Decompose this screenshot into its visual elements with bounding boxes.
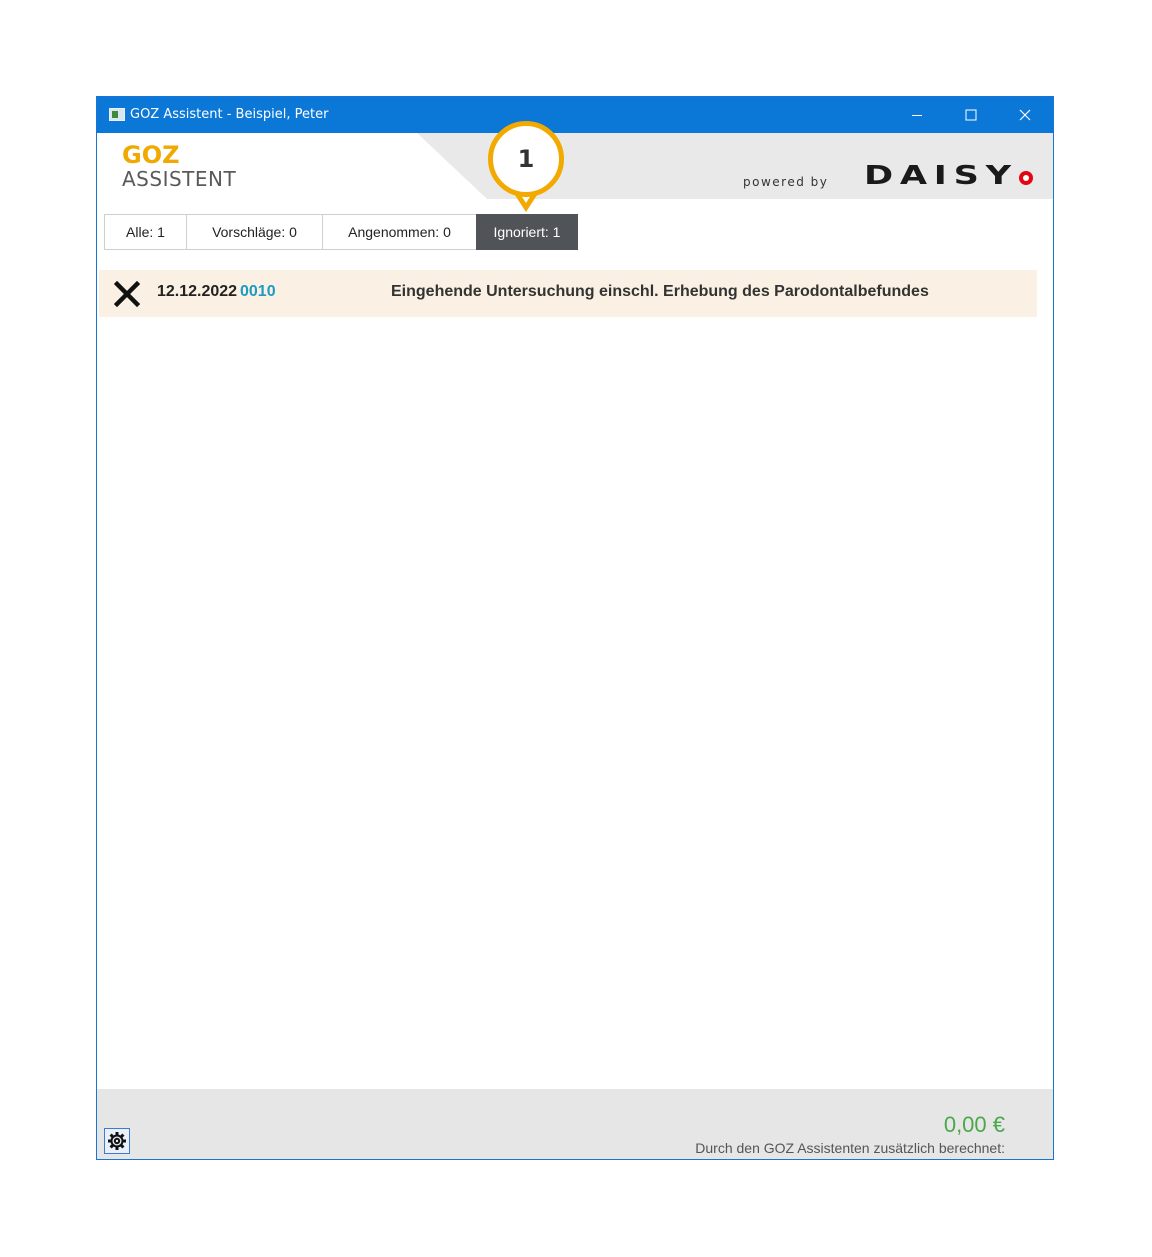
tab-vorschlaege[interactable]: Vorschläge: 0	[186, 214, 323, 250]
list-item[interactable]: 12.12.2022 0010 Eingehende Untersuchung …	[99, 270, 1037, 317]
minimize-button[interactable]	[890, 97, 944, 133]
gear-icon	[108, 1132, 126, 1150]
callout-number: 1	[517, 145, 535, 173]
powered-by-text: powered by	[743, 175, 829, 189]
footer-bar: 0,00 € Durch den GOZ Assistenten zusätzl…	[97, 1089, 1053, 1159]
logo-assistent: ASSISTENT	[122, 167, 237, 191]
ignored-x-icon[interactable]	[114, 281, 140, 307]
entry-date: 12.12.2022	[157, 283, 238, 300]
tab-alle[interactable]: Alle: 1	[104, 214, 187, 250]
maximize-button[interactable]	[944, 97, 998, 133]
logo-goz: GOZ	[122, 141, 180, 169]
total-amount-label: Durch den GOZ Assistenten zusätzlich ber…	[695, 1140, 1005, 1156]
title-bar[interactable]: GOZ Assistent - Beispiel, Peter	[97, 97, 1053, 133]
goz-assistent-window: GOZ Assistent - Beispiel, Peter GOZ ASSI…	[96, 96, 1054, 1160]
app-header: GOZ ASSISTENT powered by DAISY	[97, 133, 1053, 199]
total-amount: 0,00 €	[943, 1112, 1005, 1137]
tab-angenommen[interactable]: Angenommen: 0	[322, 214, 477, 250]
window-title: GOZ Assistent - Beispiel, Peter	[130, 107, 329, 122]
settings-button[interactable]	[104, 1128, 130, 1154]
daisy-logo: DAISY	[864, 161, 1018, 191]
app-icon	[109, 108, 125, 121]
close-button[interactable]	[998, 97, 1052, 133]
entry-code: 0010	[240, 283, 276, 300]
close-icon	[1019, 109, 1031, 121]
maximize-icon	[965, 109, 977, 121]
minimize-icon	[912, 115, 922, 116]
entry-description: Eingehende Untersuchung einschl. Erhebun…	[391, 283, 929, 300]
callout-badge: 1	[488, 121, 564, 197]
daisy-logo-dot-icon	[1019, 171, 1033, 185]
tab-ignoriert[interactable]: Ignoriert: 1	[476, 214, 578, 250]
